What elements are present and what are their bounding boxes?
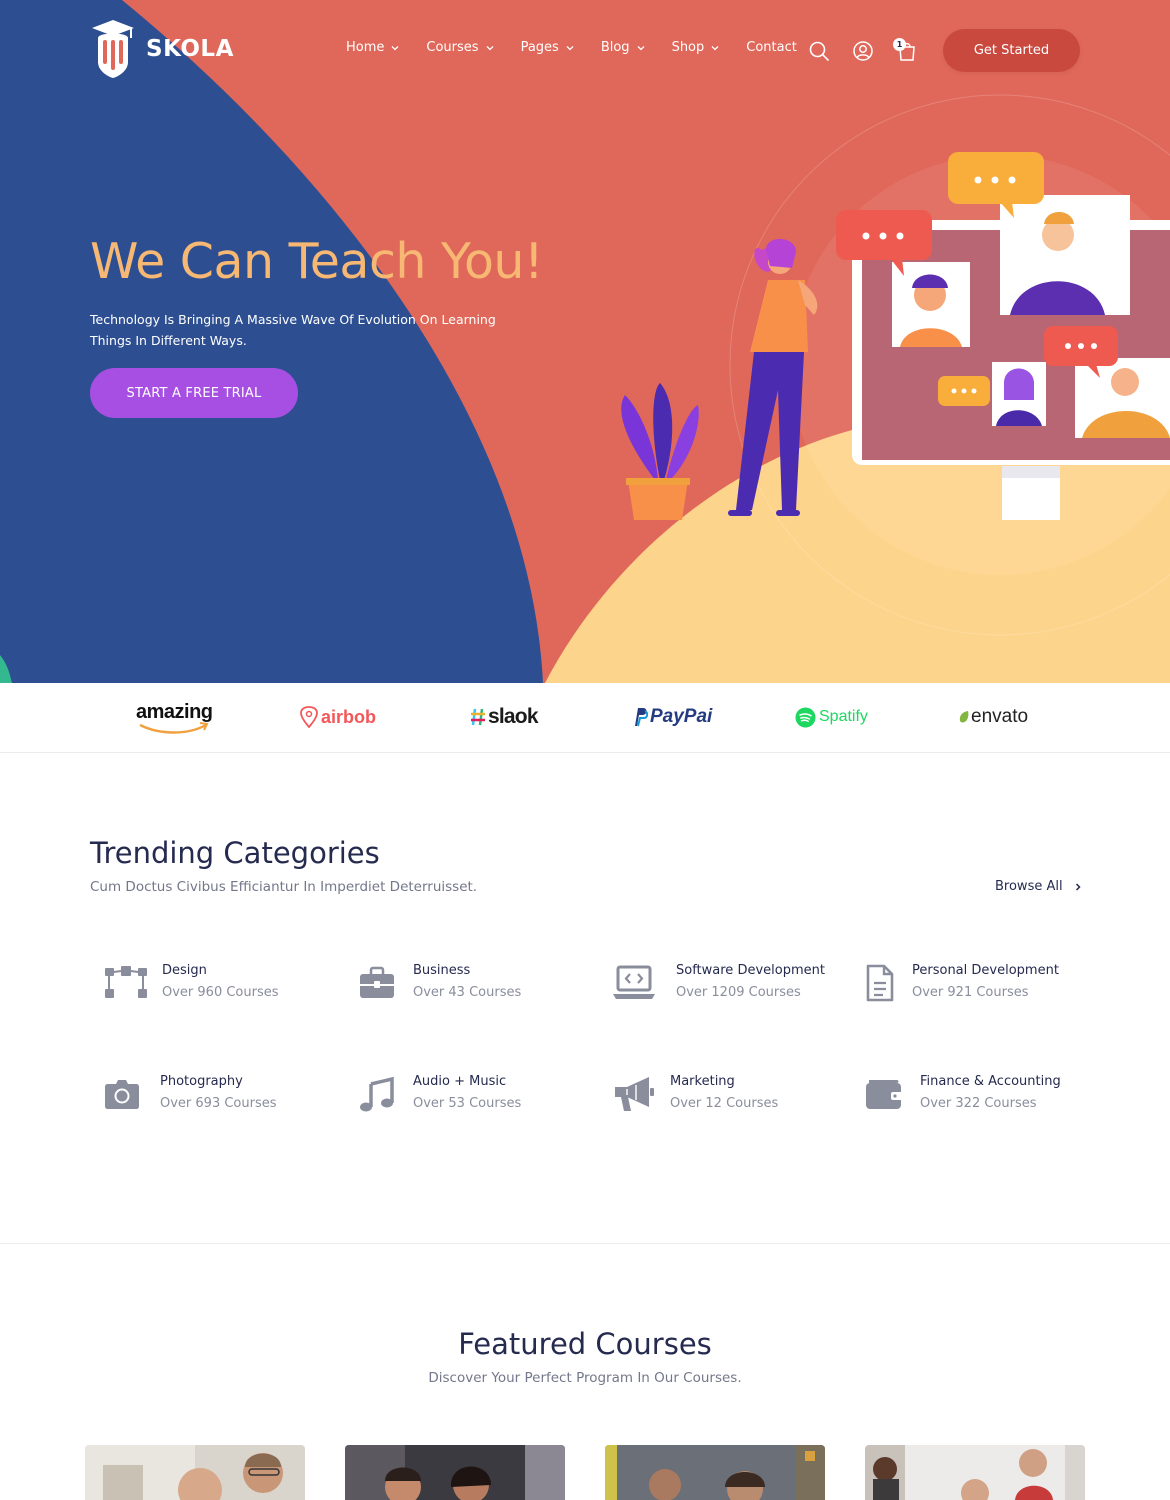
category-name: Marketing	[670, 1074, 735, 1089]
laptop-code-icon	[612, 963, 656, 1003]
category-count: Over 322 Courses	[920, 1096, 1037, 1111]
get-started-button[interactable]: Get Started	[943, 29, 1080, 72]
category-count: Over 53 Courses	[413, 1096, 522, 1111]
main-menu: Home Courses Pages Blog Shop Contact	[346, 40, 823, 55]
slaok-logo-icon	[471, 708, 485, 726]
partner-name: PayPai	[650, 706, 713, 727]
chevron-down-icon	[637, 45, 645, 50]
course-card-image[interactable]	[345, 1445, 565, 1500]
nav-item-label: Pages	[520, 40, 559, 55]
nav-item-courses[interactable]: Courses	[426, 40, 494, 55]
partner-name: slaok	[488, 705, 538, 728]
graduation-pencil-logo-icon	[92, 20, 134, 78]
nav-item-home[interactable]: Home	[346, 40, 400, 55]
partner-name: Spatify	[819, 708, 868, 725]
document-icon	[858, 963, 902, 1003]
start-free-trial-button[interactable]: START A FREE TRIAL	[90, 368, 298, 418]
category-name: Audio + Music	[413, 1074, 507, 1089]
category-business[interactable]: Business Over 43 Courses	[355, 963, 521, 1003]
chevron-down-icon	[486, 45, 494, 50]
trending-subtitle: Cum Doctus Civibus Efficiantur In Imperd…	[90, 879, 478, 895]
category-name: Software Development	[676, 963, 825, 978]
nav-item-shop[interactable]: Shop	[672, 40, 721, 55]
category-name: Finance & Accounting	[920, 1074, 1061, 1089]
online-learning-illustration	[621, 152, 1170, 520]
cart-count-badge: 1	[893, 38, 906, 51]
category-personal-development[interactable]: Personal Development Over 921 Courses	[858, 963, 1059, 1003]
category-count: Over 12 Courses	[670, 1096, 779, 1111]
partner-name: amazing	[136, 701, 213, 723]
course-photo	[85, 1445, 305, 1500]
category-count: Over 43 Courses	[413, 985, 522, 1000]
user-icon[interactable]	[852, 40, 874, 62]
course-card-image[interactable]	[605, 1445, 825, 1500]
spatify-logo-icon	[795, 707, 816, 727]
hero-subtitle: Technology Is Bringing A Massive Wave Of…	[90, 312, 496, 348]
envato-leaf-icon	[959, 711, 969, 723]
course-photo	[605, 1445, 825, 1500]
nav-item-pages[interactable]: Pages	[521, 40, 575, 55]
briefcase-icon	[355, 963, 399, 1003]
category-name: Business	[413, 963, 471, 978]
design-icon	[104, 963, 148, 1003]
category-name: Photography	[160, 1074, 243, 1089]
camera-icon	[104, 1074, 140, 1114]
category-count: Over 921 Courses	[912, 985, 1029, 1000]
hero-title: We Can Teach You!	[90, 233, 544, 290]
category-marketing[interactable]: Marketing Over 12 Courses	[612, 1074, 778, 1114]
partner-logos-bar: amazing airbob slaok PayPai Spatify enva…	[0, 683, 1170, 753]
course-photo	[865, 1445, 1085, 1500]
featured-subtitle: Discover Your Perfect Program In Our Cou…	[428, 1370, 742, 1386]
chevron-down-icon	[711, 45, 719, 50]
megaphone-icon	[612, 1074, 656, 1114]
chevron-down-icon	[566, 45, 574, 50]
category-design[interactable]: Design Over 960 Courses	[104, 963, 279, 1003]
nav-item-label: Blog	[600, 40, 630, 55]
brand-logo[interactable]: SKOLA	[90, 18, 234, 80]
category-photography[interactable]: Photography Over 693 Courses	[104, 1074, 277, 1114]
category-count: Over 960 Courses	[162, 985, 279, 1000]
partner-logo-slaok[interactable]: slaok	[470, 701, 538, 733]
category-name: Design	[162, 963, 207, 978]
nav-item-blog[interactable]: Blog	[601, 40, 646, 55]
partner-logo-amazing[interactable]: amazing	[136, 701, 213, 734]
course-card-image[interactable]	[865, 1445, 1085, 1500]
nav-item-label: Home	[346, 40, 385, 55]
nav-item-label: Courses	[426, 40, 479, 55]
trending-title: Trending Categories	[90, 836, 380, 870]
category-finance-accounting[interactable]: Finance & Accounting Over 322 Courses	[862, 1074, 1061, 1114]
music-note-icon	[355, 1074, 399, 1114]
nav-item-label: Shop	[671, 40, 705, 55]
paypai-logo-icon	[635, 708, 648, 727]
browse-all-label: Browse All	[995, 879, 1063, 894]
chevron-down-icon	[391, 45, 399, 50]
partner-name: envato	[971, 706, 1029, 727]
partner-logo-paypai[interactable]: PayPai	[632, 701, 712, 733]
wallet-icon	[862, 1074, 906, 1114]
partner-logo-envato[interactable]: envato	[958, 701, 1028, 733]
browse-all-link[interactable]: Browse All	[995, 879, 1083, 894]
partner-logo-spatify[interactable]: Spatify	[795, 701, 868, 733]
nav-item-label: Contact	[746, 40, 797, 55]
airbob-logo-icon	[300, 706, 318, 728]
course-card-image[interactable]	[85, 1445, 305, 1500]
category-software-development[interactable]: Software Development Over 1209 Courses	[612, 963, 825, 1003]
featured-title: Featured Courses	[458, 1327, 712, 1361]
section-divider	[0, 1243, 1170, 1244]
partner-name: airbob	[321, 706, 377, 727]
category-name: Personal Development	[912, 963, 1059, 978]
hero-section: SKOLA Home Courses Pages Blog Shop Conta…	[0, 0, 1170, 683]
chevron-right-icon	[1075, 882, 1081, 891]
partner-logo-airbob[interactable]: airbob	[300, 701, 376, 733]
top-navigation: SKOLA Home Courses Pages Blog Shop Conta…	[0, 0, 1170, 100]
brand-name: SKOLA	[146, 36, 234, 62]
category-count: Over 693 Courses	[160, 1096, 277, 1111]
course-photo	[345, 1445, 565, 1500]
search-icon[interactable]	[808, 40, 830, 62]
category-count: Over 1209 Courses	[676, 985, 801, 1000]
category-audio-music[interactable]: Audio + Music Over 53 Courses	[355, 1074, 521, 1114]
nav-item-contact[interactable]: Contact	[746, 40, 797, 55]
